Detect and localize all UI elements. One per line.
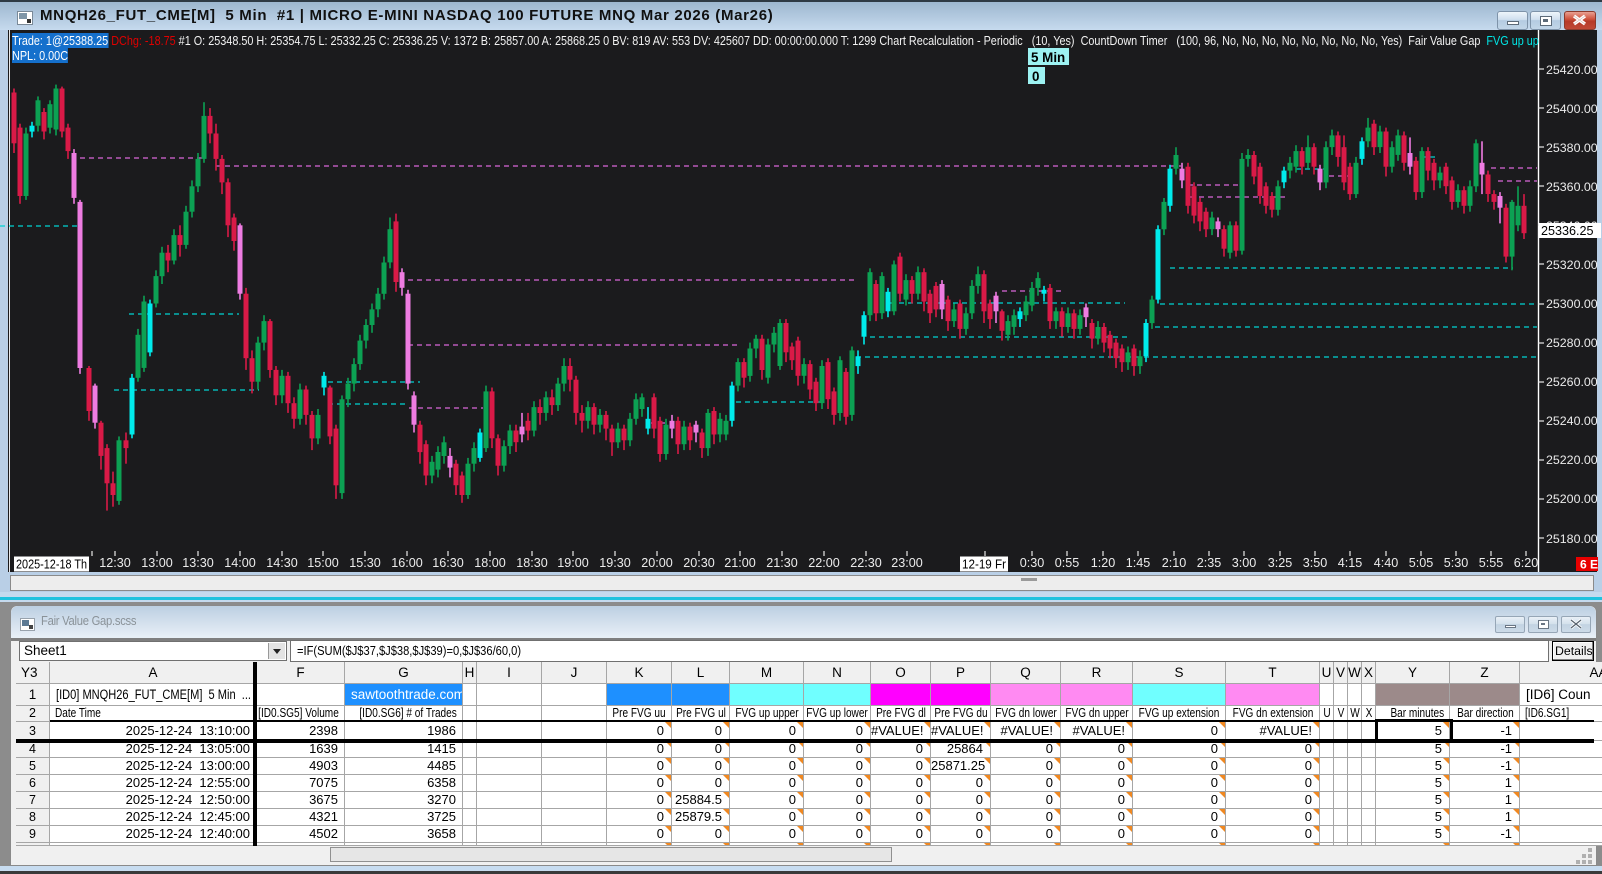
svg-text:21:00: 21:00 — [724, 556, 756, 570]
svg-text:16:00: 16:00 — [391, 556, 423, 570]
svg-text:14:00: 14:00 — [224, 556, 256, 570]
svg-text:3:50: 3:50 — [1303, 556, 1328, 570]
svg-text:25420.00: 25420.00 — [1546, 63, 1598, 77]
svg-text:19:30: 19:30 — [599, 556, 631, 570]
svg-text:6:20: 6:20 — [1514, 556, 1539, 570]
svg-text:25220.00: 25220.00 — [1546, 453, 1598, 467]
svg-text:12-19 Fr: 12-19 Fr — [962, 558, 1006, 572]
svg-text:25360.00: 25360.00 — [1546, 180, 1598, 194]
svg-text:25260.00: 25260.00 — [1546, 375, 1598, 389]
svg-text:25336.25: 25336.25 — [1541, 224, 1594, 238]
svg-text:25320.00: 25320.00 — [1546, 258, 1598, 272]
svg-text:18:30: 18:30 — [516, 556, 548, 570]
svg-text:22:30: 22:30 — [850, 556, 882, 570]
svg-text:25300.00: 25300.00 — [1546, 297, 1598, 311]
svg-text:25280.00: 25280.00 — [1546, 336, 1598, 350]
svg-text:5:30: 5:30 — [1444, 556, 1469, 570]
svg-text:4:40: 4:40 — [1374, 556, 1399, 570]
svg-text:1:45: 1:45 — [1126, 556, 1151, 570]
svg-text:3:25: 3:25 — [1268, 556, 1293, 570]
svg-text:23:00: 23:00 — [891, 556, 923, 570]
svg-text:14:30: 14:30 — [266, 556, 298, 570]
svg-text:25380.00: 25380.00 — [1546, 141, 1598, 155]
svg-text:19:00: 19:00 — [557, 556, 589, 570]
svg-text:13:00: 13:00 — [141, 556, 173, 570]
svg-text:5:05: 5:05 — [1409, 556, 1434, 570]
svg-text:12:30: 12:30 — [99, 556, 131, 570]
svg-text:5 Min: 5 Min — [1031, 50, 1065, 65]
svg-text:18:00: 18:00 — [474, 556, 506, 570]
svg-text:20:00: 20:00 — [641, 556, 673, 570]
svg-text:0:55: 0:55 — [1055, 556, 1080, 570]
svg-text:6 E: 6 E — [1580, 558, 1598, 572]
svg-text:13:30: 13:30 — [182, 556, 214, 570]
svg-text:25200.00: 25200.00 — [1546, 492, 1598, 506]
svg-text:3:00: 3:00 — [1232, 556, 1257, 570]
svg-text:1:20: 1:20 — [1091, 556, 1116, 570]
svg-text:22:00: 22:00 — [808, 556, 840, 570]
svg-text:2:35: 2:35 — [1197, 556, 1222, 570]
svg-text:2:10: 2:10 — [1162, 556, 1187, 570]
svg-text:25180.00: 25180.00 — [1546, 532, 1598, 546]
svg-text:15:00: 15:00 — [307, 556, 339, 570]
svg-text:25400.00: 25400.00 — [1546, 102, 1598, 116]
svg-text:16:30: 16:30 — [432, 556, 464, 570]
svg-text:25240.00: 25240.00 — [1546, 414, 1598, 428]
svg-text:21:30: 21:30 — [766, 556, 798, 570]
svg-text:15:30: 15:30 — [349, 556, 381, 570]
svg-text:2025-12-18 Th: 2025-12-18 Th — [16, 558, 87, 572]
svg-text:0:30: 0:30 — [1020, 556, 1045, 570]
svg-text:20:30: 20:30 — [683, 556, 715, 570]
svg-text:0: 0 — [1032, 69, 1039, 84]
svg-text:4:15: 4:15 — [1338, 556, 1363, 570]
svg-text:5:55: 5:55 — [1479, 556, 1504, 570]
